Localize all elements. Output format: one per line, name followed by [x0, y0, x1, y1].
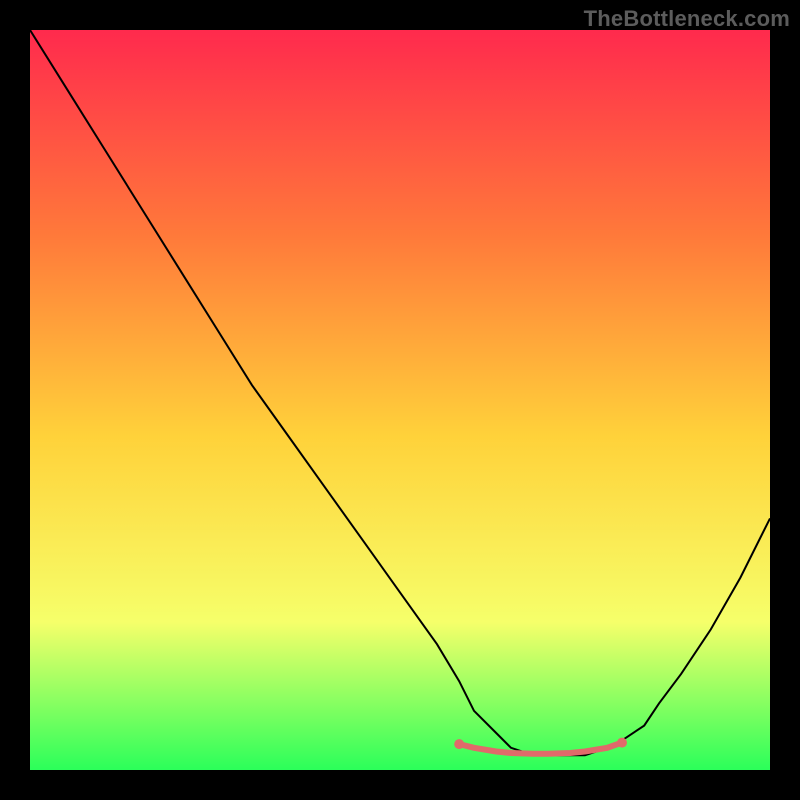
plot-area [30, 30, 770, 770]
highlight-start-marker [454, 739, 464, 749]
watermark-text: TheBottleneck.com [584, 6, 790, 32]
chart-stage: TheBottleneck.com [0, 0, 800, 800]
chart-svg [30, 30, 770, 770]
highlight-end-marker [617, 738, 627, 748]
gradient-background [30, 30, 770, 770]
